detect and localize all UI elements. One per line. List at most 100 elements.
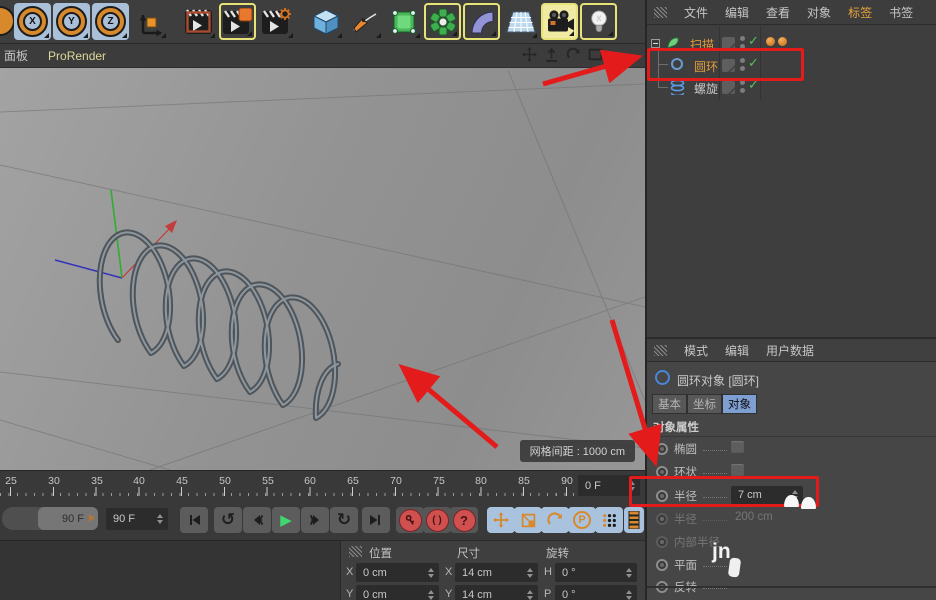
rotate-view-icon[interactable]	[566, 47, 581, 62]
object-properties-header: 对象属性	[653, 419, 699, 435]
array-generator-button[interactable]	[424, 3, 461, 40]
current-frame-field[interactable]: 0 F	[578, 475, 640, 496]
object-name[interactable]: 扫描	[690, 36, 714, 53]
record-pla-toggle[interactable]	[595, 507, 623, 533]
3d-viewport[interactable]: 网格间距 : 1000 cm	[0, 68, 645, 470]
lock-x-axis-button[interactable]: X	[14, 3, 51, 40]
tick: 75	[433, 475, 445, 487]
camera-button[interactable]	[541, 3, 578, 40]
tick: 80	[475, 475, 487, 487]
record-parameter-toggle[interactable]: P	[568, 507, 596, 533]
keyframe-options-button[interactable]: ?	[450, 507, 478, 533]
maximize-view-icon[interactable]	[588, 47, 603, 62]
object-name[interactable]: 圆环	[694, 58, 718, 75]
tab-basic[interactable]: 基本	[652, 394, 687, 414]
om-menu-bookmarks[interactable]: 书签	[889, 4, 913, 21]
object-row-helix[interactable]: 螺旋 ✓	[647, 76, 936, 98]
size-y-field[interactable]: 14 cm	[455, 585, 538, 600]
previous-key-button[interactable]: ↺	[214, 507, 242, 533]
tab-object[interactable]: 对象	[722, 394, 757, 414]
record-dot-icon[interactable]	[656, 490, 668, 502]
record-position-toggle[interactable]	[487, 507, 515, 533]
goto-end-button[interactable]	[362, 507, 390, 533]
tag-icon[interactable]	[766, 37, 775, 46]
render-view-button[interactable]	[180, 3, 217, 40]
next-frame-button[interactable]	[301, 507, 329, 533]
preview-range-slider[interactable]: 90 F	[2, 507, 98, 530]
am-menu-userdata[interactable]: 用户数据	[766, 342, 814, 359]
goto-start-button[interactable]	[180, 507, 208, 533]
enabled-check-icon[interactable]: ✓	[748, 33, 759, 49]
pan-view-icon[interactable]	[522, 47, 537, 62]
layer-toggle-icon[interactable]	[722, 81, 735, 94]
visibility-dots-icon[interactable]	[740, 36, 745, 50]
om-menu-edit[interactable]: 编辑	[725, 4, 749, 21]
am-menu-mode[interactable]: 模式	[684, 342, 708, 359]
tab-coordinates[interactable]: 坐标	[687, 394, 722, 414]
next-key-button[interactable]: ↻	[330, 507, 358, 533]
rotation-p-field[interactable]: 0 °	[555, 585, 637, 600]
record-dot-icon[interactable]	[656, 559, 668, 571]
ellipse-checkbox[interactable]	[731, 441, 744, 454]
record-rotation-toggle[interactable]	[541, 507, 569, 533]
rotation-h-field[interactable]: 0 °	[555, 563, 637, 582]
stepper-icon[interactable]	[157, 514, 164, 524]
visibility-dots-icon[interactable]	[740, 80, 745, 94]
drag-handle-icon[interactable]	[654, 345, 667, 356]
size-x-field[interactable]: 14 cm	[455, 563, 538, 582]
record-dot-icon[interactable]	[656, 466, 668, 478]
object-name[interactable]: 螺旋	[694, 80, 718, 97]
object-row-sweep[interactable]: 扫描 ✓	[647, 32, 936, 54]
previous-frame-button[interactable]	[243, 507, 271, 533]
subdivision-surface-button[interactable]	[385, 3, 422, 40]
expand-icon[interactable]	[651, 39, 660, 48]
circle-object-icon	[655, 370, 670, 385]
am-menu-edit[interactable]: 编辑	[725, 342, 749, 359]
ring-checkbox[interactable]	[731, 464, 744, 477]
lock-y-axis-button[interactable]: Y	[53, 3, 90, 40]
add-primitive-button[interactable]	[307, 3, 344, 40]
record-keyframe-button[interactable]	[396, 507, 424, 533]
deformer-button[interactable]	[463, 3, 500, 40]
attr-row-plane: 平面	[647, 554, 936, 577]
play-button[interactable]: ▶	[272, 507, 300, 533]
object-row-circle[interactable]: 圆环 ✓	[647, 54, 936, 76]
record-dot-icon[interactable]	[656, 443, 668, 455]
timeline-mode-button[interactable]	[624, 507, 644, 533]
array-generator-icon	[429, 8, 457, 36]
drag-handle-icon[interactable]	[654, 7, 667, 18]
position-x-field[interactable]: 0 cm	[356, 563, 439, 582]
enabled-check-icon[interactable]: ✓	[748, 77, 759, 93]
axis-label: H	[544, 566, 552, 578]
tag-icon[interactable]	[778, 37, 787, 46]
visibility-dots-icon[interactable]	[740, 58, 745, 72]
drag-handle-icon[interactable]	[349, 546, 362, 557]
om-menu-tags[interactable]: 标签	[848, 4, 872, 21]
menu-prorender[interactable]: ProRender	[48, 49, 106, 63]
autokey-button[interactable]: ( )	[423, 507, 451, 533]
layer-toggle-icon[interactable]	[722, 37, 735, 50]
layer-toggle-icon[interactable]	[722, 59, 735, 72]
zoom-view-icon[interactable]	[544, 47, 559, 62]
position-header: 位置	[369, 545, 392, 561]
om-menu-object[interactable]: 对象	[807, 4, 831, 21]
render-picture-viewer-icon	[223, 8, 253, 36]
stepper-icon[interactable]	[629, 481, 636, 491]
spline-pen-button[interactable]	[346, 3, 383, 40]
tick: 70	[390, 475, 402, 487]
record-scale-toggle[interactable]	[514, 507, 542, 533]
light-button[interactable]	[580, 3, 617, 40]
render-picture-viewer-button[interactable]	[219, 3, 256, 40]
position-y-field[interactable]: 0 cm	[356, 585, 439, 600]
menu-panel[interactable]: 面板	[4, 47, 28, 64]
coordinates-panel: 位置 尺寸 旋转 X 0 cm X 14 cm H 0 ° Y 0 cm Y 1…	[340, 540, 646, 600]
lock-z-axis-button[interactable]: Z	[92, 3, 129, 40]
coordinate-system-button[interactable]	[131, 3, 168, 40]
om-menu-file[interactable]: 文件	[684, 4, 708, 21]
render-settings-button[interactable]	[258, 3, 295, 40]
range-end-handle[interactable]: 90 F	[38, 507, 98, 530]
floor-button[interactable]	[502, 3, 539, 40]
enabled-check-icon[interactable]: ✓	[748, 55, 759, 71]
om-menu-view[interactable]: 查看	[766, 4, 790, 21]
end-time-field[interactable]: 90 F	[106, 508, 168, 530]
